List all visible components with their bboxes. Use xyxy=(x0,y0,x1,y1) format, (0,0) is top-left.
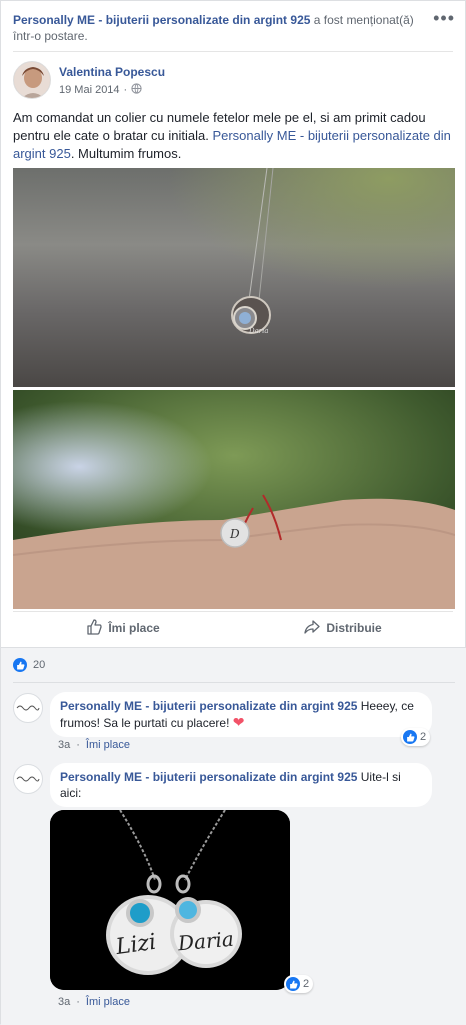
comment-like-link[interactable]: Îmi place xyxy=(86,739,130,751)
post-date[interactable]: 19 Mai 2014 xyxy=(59,84,120,96)
comment-like-count[interactable]: 2 xyxy=(284,975,314,993)
svg-text:D: D xyxy=(229,527,240,541)
like-reaction-icon xyxy=(286,977,300,991)
svg-text:Daria: Daria xyxy=(248,327,269,335)
comment-meta: 3a · Îmi place xyxy=(58,739,130,751)
comment-image-necklace[interactable]: Lizi Daria xyxy=(50,810,290,990)
thumbs-up-icon xyxy=(86,618,102,638)
meta-dot: · xyxy=(123,84,128,96)
post-meta: 19 Mai 2014 · xyxy=(59,83,142,97)
post-text-part: . Multumim frumos. xyxy=(70,146,182,161)
dot: · xyxy=(76,996,80,1008)
page-name-link[interactable]: Personally ME - bijuterii personalizate … xyxy=(13,13,310,27)
like-reaction-icon xyxy=(403,730,417,744)
post-header: Personally ME - bijuterii personalizate … xyxy=(13,12,433,44)
divider xyxy=(13,682,455,683)
share-label: Distribuie xyxy=(326,621,382,635)
comment-meta: 3a · Îmi place xyxy=(58,996,130,1008)
divider xyxy=(13,51,453,52)
comment-like-link[interactable]: Îmi place xyxy=(86,996,130,1008)
comments-section: 20 Personally ME - bijuterii personaliza… xyxy=(1,647,466,1025)
share-button[interactable]: Distribuie xyxy=(233,613,453,643)
more-options-icon[interactable]: ••• xyxy=(433,9,455,27)
comment-image-name-daria: Daria xyxy=(176,927,235,956)
post-card: Personally ME - bijuterii personalizate … xyxy=(0,0,466,1025)
commenter-avatar[interactable] xyxy=(13,764,43,794)
dot: · xyxy=(76,739,80,751)
like-button[interactable]: Îmi place xyxy=(13,613,233,643)
post-text: Am comandat un colier cu numele fetelor … xyxy=(13,109,455,163)
comment-age[interactable]: 3a xyxy=(58,739,70,751)
comment-author[interactable]: Personally ME - bijuterii personalizate … xyxy=(60,770,357,784)
comment-like-count[interactable]: 2 xyxy=(401,728,431,746)
author-name[interactable]: Valentina Popescu xyxy=(59,65,165,79)
comment-author[interactable]: Personally ME - bijuterii personalizate … xyxy=(60,699,357,713)
post-photo-bracelet[interactable]: D xyxy=(13,390,455,609)
author-avatar[interactable] xyxy=(13,61,51,99)
commenter-avatar[interactable] xyxy=(13,693,43,723)
share-icon xyxy=(304,619,320,638)
comment-bubble: Personally ME - bijuterii personalizate … xyxy=(50,763,432,807)
like-label: Îmi place xyxy=(108,621,160,635)
like-reaction-icon xyxy=(13,658,27,672)
post-photo-necklace[interactable]: Daria xyxy=(13,168,455,387)
comment-bubble: Personally ME - bijuterii personalizate … xyxy=(50,692,432,737)
divider xyxy=(13,611,453,612)
comment-age[interactable]: 3a xyxy=(58,996,70,1008)
like-count: 2 xyxy=(303,978,310,990)
heart-emoji-icon: ❤ xyxy=(232,714,245,730)
public-globe-icon xyxy=(131,83,142,97)
reaction-summary[interactable]: 20 xyxy=(13,658,45,672)
reaction-count: 20 xyxy=(33,659,46,671)
like-count: 2 xyxy=(420,731,427,743)
post-actions: Îmi place Distribuie xyxy=(13,613,453,643)
